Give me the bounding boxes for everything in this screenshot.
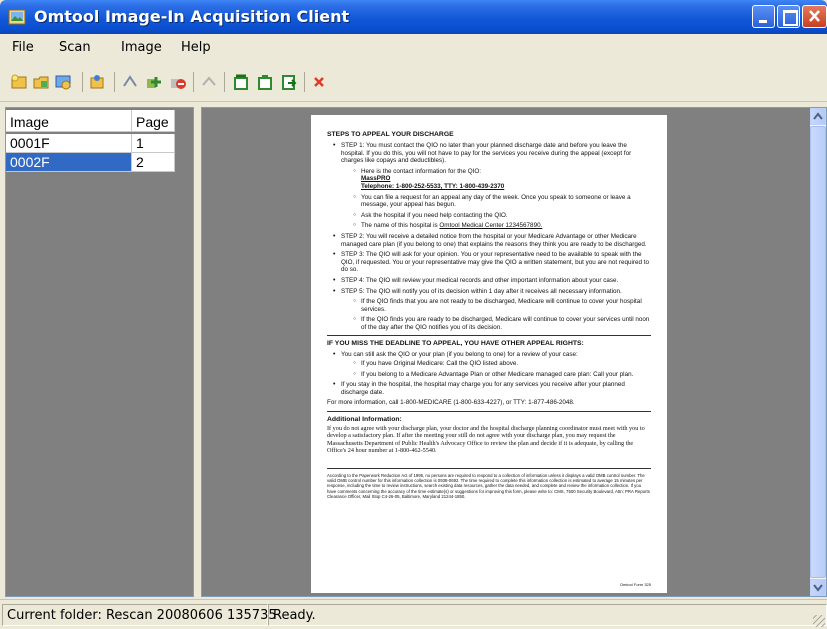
doc-additional-heading: Additional Information: [327,416,402,424]
window-title: Omtool Image-In Acquisition Client [34,7,350,26]
save-icon[interactable] [256,73,274,91]
row-page-cell: 2 [132,153,175,172]
send-icon[interactable] [232,73,250,91]
batch-icon[interactable] [88,73,106,91]
doc-step5-sub1: If the QIO finds that you are not ready … [353,298,651,313]
maximize-button[interactable] [777,5,800,28]
main-panel: Image Page 0001F 1 0002F 2 STEPS TO APPE… [0,103,827,599]
minimize-button[interactable] [752,5,775,28]
title-bar[interactable]: Omtool Image-In Acquisition Client [0,0,827,34]
doc-divider [327,411,651,413]
document-viewer[interactable]: STEPS TO APPEAL YOUR DISCHARGE STEP 1: Y… [201,107,827,597]
menu-scan[interactable]: Scan [59,40,91,55]
row-image-cell: 0002F [6,153,132,172]
menu-help[interactable]: Help [181,40,211,55]
scroll-up-button[interactable] [810,108,826,125]
column-header-image[interactable]: Image [6,110,132,132]
toolbar-separator [193,72,194,92]
row-image-cell: 0001F [6,134,132,153]
doc-step1-sub4: The name of this hospital is Omtool Medi… [353,222,651,230]
close-button[interactable] [802,5,827,28]
doc-form-number: Omtool Form 325 [619,582,651,587]
list-row-2[interactable]: 0002F 2 [6,153,195,172]
scroll-down-button[interactable] [810,579,826,596]
toolbar-separator [82,72,83,92]
menu-image[interactable]: Image [121,40,162,55]
doc-step3: STEP 3: The QIO will ask for your opinio… [333,251,651,274]
vertical-scrollbar[interactable] [810,108,826,596]
delete-icon[interactable] [310,73,328,91]
doc-divider [327,468,651,470]
doc-step1-sub2: You can file a request for an appeal any… [353,194,651,209]
scroll-thumb[interactable] [810,126,826,578]
doc-divider [327,335,651,337]
doc-more-info: For more information, call 1-800-MEDICAR… [327,399,575,407]
doc-step2: STEP 2: You will receive a detailed noti… [333,233,651,248]
menu-bar: File Scan Image Help [0,34,827,62]
document-page: STEPS TO APPEAL YOUR DISCHARGE STEP 1: Y… [311,115,667,593]
doc-miss1-sub1: If you have Original Medicare: Call the … [353,360,651,368]
toolbar-separator [114,72,115,92]
doc-step1: STEP 1: You must contact the QIO no late… [333,142,651,230]
menu-file[interactable]: File [12,40,34,55]
image-list[interactable]: Image Page 0001F 1 0002F 2 [5,107,194,597]
rotate-icon[interactable] [121,73,139,91]
doc-miss1: You can still ask the QIO or your plan (… [333,351,651,378]
row-page-cell: 1 [132,134,175,153]
column-header-page[interactable]: Page [132,110,175,132]
app-icon [8,9,26,25]
scan-append-icon[interactable] [32,73,50,91]
list-row-1[interactable]: 0001F 1 [6,134,195,153]
chevron-up-icon [813,112,823,120]
doc-step1-sub3: Ask the hospital if you need help contac… [353,212,651,220]
export-icon[interactable] [280,73,298,91]
status-folder: Current folder: Rescan 20080606 135735 [2,604,277,626]
toolbar-separator [224,72,225,92]
chevron-down-icon [813,584,823,592]
doc-miss2: If you stay in the hospital, the hospita… [333,381,651,396]
status-bar: Current folder: Rescan 20080606 135735 R… [0,599,827,629]
scan-new-icon[interactable] [10,73,28,91]
toolbar-separator [304,72,305,92]
remove-page-icon[interactable] [169,73,187,91]
resize-grip[interactable] [813,615,825,627]
scan-settings-icon[interactable] [54,73,72,91]
doc-heading: STEPS TO APPEAL YOUR DISCHARGE [327,131,454,138]
doc-miss1-sub2: If you belong to a Medicare Advantage Pl… [353,371,651,379]
add-page-icon[interactable] [145,73,163,91]
doc-footnote: According to the Paperwork Reduction Act… [327,473,650,499]
doc-step5-sub2: If the QIO finds you are ready to be dis… [353,316,651,331]
print-icon[interactable] [200,73,218,91]
toolbar [0,62,827,102]
close-icon [809,10,820,22]
doc-step4: STEP 4: The QIO will review your medical… [333,277,651,285]
status-state: Ready. [268,604,827,626]
doc-additional-text: If you do not agree with your discharge … [327,425,645,454]
doc-miss-heading: IF YOU MISS THE DEADLINE TO APPEAL, YOU … [327,340,584,348]
doc-step5: STEP 5: The QIO will notify you of its d… [333,288,651,332]
doc-step1-sub1: Here is the contact information for the … [353,168,651,191]
